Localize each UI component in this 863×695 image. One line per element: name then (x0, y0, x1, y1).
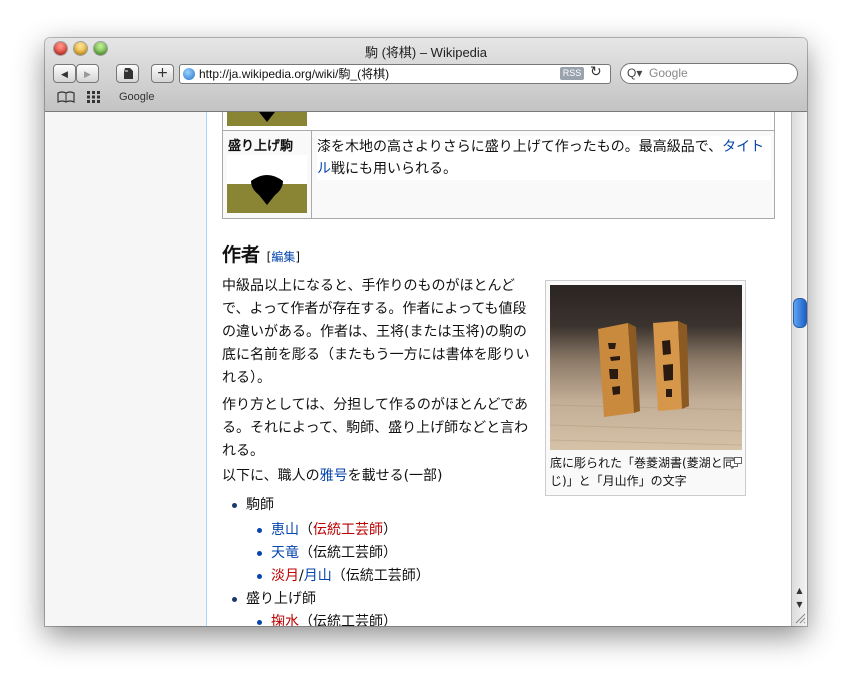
search-icon: Q▾ (627, 66, 643, 80)
page-content: 盛り上げ駒 漆を木地の高さよりさらに盛り上げて作ったもの。最高級品で、タイトル戦… (45, 112, 791, 626)
link-kikusui[interactable]: 掬水 (271, 614, 299, 626)
koma-image-previous (227, 112, 307, 126)
link-keizan[interactable]: 恵山 (271, 522, 299, 538)
list-item-keizan: 恵山（伝統工芸師） (257, 519, 397, 539)
reload-button[interactable]: ↻ (590, 64, 602, 80)
search-field[interactable]: Q▾ Google (620, 63, 798, 84)
reload-icon: ↻ (590, 64, 602, 80)
link-tenryu[interactable]: 天竜 (271, 545, 299, 561)
row-name: 盛り上げ駒 (228, 139, 294, 154)
paren-open: （ (299, 522, 313, 538)
plus-icon: + (156, 65, 169, 81)
sidebar-panel (45, 112, 207, 626)
url-text: http://ja.wikipedia.org/wiki/駒_(将棋) (199, 67, 390, 81)
forward-button[interactable]: ▶ (76, 64, 99, 83)
para3-text-end: を載せる(一部) (347, 468, 443, 484)
table-row-previous (222, 112, 775, 131)
section-heading: 作者 [編集] (222, 240, 300, 267)
evernote-button[interactable] (116, 64, 139, 83)
link-gassan[interactable]: 月山 (304, 568, 332, 584)
thumbnail-caption: 底に彫られた「巻菱湖書(菱湖と同じ)」と「月山作」の文字 (550, 456, 735, 488)
browser-window: 駒 (将棋) – Wikipedia ◀ ▶ + http://ja.wikip… (45, 38, 807, 626)
list-item-moriageshi: 盛り上げ師 (232, 588, 316, 608)
edit-link[interactable]: 編集 (271, 250, 295, 264)
row-description: 漆を木地の高さよりさらに盛り上げて作ったもの。最高級品で、タイトル戦にも用いられ… (317, 136, 771, 180)
forward-arrow-icon: ▶ (84, 70, 91, 80)
address-bar[interactable]: http://ja.wikipedia.org/wiki/駒_(将棋) (179, 64, 611, 84)
back-arrow-icon: ◀ (61, 70, 68, 80)
toolbar: 駒 (将棋) – Wikipedia ◀ ▶ + http://ja.wikip… (45, 38, 807, 112)
bookmarks-book-icon[interactable] (57, 91, 75, 106)
back-button[interactable]: ◀ (53, 64, 76, 83)
edit-section: [編集] (267, 250, 300, 264)
window-title: 駒 (将棋) – Wikipedia (364, 45, 488, 60)
resize-grip-icon[interactable] (794, 612, 806, 624)
para3-text: 以下に、職人の (222, 468, 320, 484)
magnify-icon[interactable] (730, 457, 742, 467)
list-text: （伝統工芸師） (299, 545, 397, 561)
list-item-tangetsu: 淡月/月山（伝統工芸師） (257, 565, 430, 585)
koma-photo[interactable] (550, 285, 742, 450)
scrollbar-thumb[interactable] (793, 298, 807, 328)
desc-text-2: 戦にも用いられる。 (331, 161, 457, 177)
heading-text: 作者 (222, 244, 261, 266)
list-label: 盛り上げ師 (246, 591, 316, 607)
paragraph-1: 中級品以上になると、手作りのものがほとんどで、よって作者が存在する。作者によって… (222, 278, 530, 386)
paragraph-3: 以下に、職人の雅号を載せる(一部) (222, 465, 532, 488)
thumbnail-figure: 底に彫られた「巻菱湖書(菱湖と同じ)」と「月山作」の文字 (545, 280, 746, 496)
list-label: 駒師 (246, 497, 274, 513)
table-row-moriage: 盛り上げ駒 漆を木地の高さよりさらに盛り上げて作ったもの。最高級品で、タイトル戦… (222, 130, 775, 219)
paragraph-2: 作り方としては、分担して作るのがほとんどである。それによって、駒師、盛り上げ師な… (222, 397, 529, 459)
list-item-kikusui: 掬水（伝統工芸師） (257, 611, 397, 626)
edit-bracket-close: ] (295, 250, 301, 264)
evernote-icon (123, 68, 133, 79)
link-dento-kogeishi[interactable]: 伝統工芸師 (313, 522, 383, 538)
koma-image-moriage (227, 155, 307, 213)
rss-button[interactable]: RSS (560, 67, 584, 80)
globe-icon (183, 68, 195, 80)
scroll-up-arrow-icon[interactable]: ▲ (792, 584, 807, 598)
top-sites-grid-icon[interactable] (87, 91, 101, 106)
link-gago[interactable]: 雅号 (320, 468, 348, 484)
link-tangetsu[interactable]: 淡月 (271, 568, 299, 584)
search-placeholder: Google (649, 66, 688, 80)
list-item-komashi: 駒師 (232, 494, 274, 514)
list-text: （伝統工芸師） (299, 614, 397, 626)
bookmark-google[interactable]: Google (119, 91, 154, 103)
vertical-scrollbar[interactable]: ▲ ▼ (791, 112, 807, 626)
list-item-tenryu: 天竜（伝統工芸師） (257, 542, 397, 562)
paren-close: ） (383, 522, 397, 538)
table-row-header: 盛り上げ駒 (223, 131, 312, 218)
add-bookmark-button[interactable]: + (151, 64, 174, 83)
scroll-down-arrow-icon[interactable]: ▼ (792, 598, 807, 612)
list-text: （伝統工芸師） (331, 568, 430, 584)
desc-text-1: 漆を木地の高さよりさらに盛り上げて作ったもの。最高級品で、 (317, 139, 723, 155)
